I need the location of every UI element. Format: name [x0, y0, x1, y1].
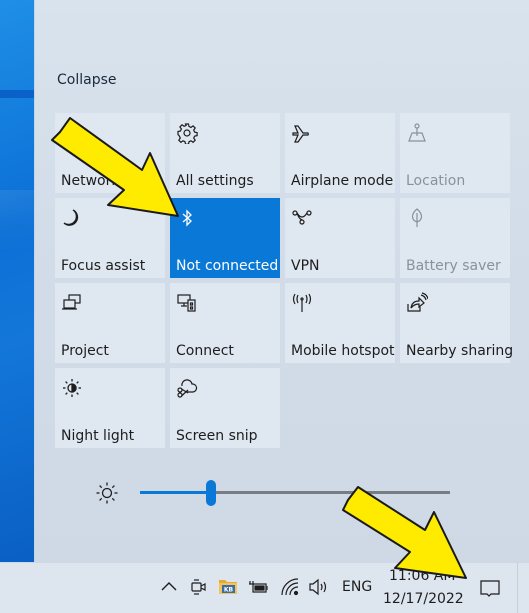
airplane-icon [291, 122, 313, 144]
screen-snip-icon [176, 377, 198, 399]
collapse-link[interactable]: Collapse [57, 72, 117, 88]
desktop-stripe [0, 90, 34, 98]
tile-label: Network [61, 173, 120, 189]
tile-mobile-hotspot[interactable]: Mobile hotspot [285, 283, 395, 363]
location-icon [406, 122, 428, 144]
slider-thumb[interactable] [206, 480, 216, 506]
tile-airplane-mode[interactable]: Airplane mode [285, 113, 395, 193]
tile-label: Airplane mode [291, 173, 394, 189]
slider-fill [140, 491, 211, 494]
tile-screen-snip[interactable]: Screen snip [170, 368, 280, 448]
tile-network[interactable]: Network [55, 113, 165, 193]
wifi-icon[interactable] [280, 577, 300, 597]
tile-label: Mobile hotspot [291, 343, 395, 359]
tile-battery-saver[interactable]: Battery saver [400, 198, 510, 278]
tile-connect[interactable]: Connect [170, 283, 280, 363]
brightness-slider[interactable] [140, 480, 450, 506]
svg-text:KB: KB [224, 587, 234, 594]
brightness-icon [95, 481, 119, 505]
tile-label: Connect [176, 343, 234, 359]
clock-date[interactable]: 12/17/2022 [383, 591, 464, 607]
tile-focus-assist[interactable]: Focus assist [55, 198, 165, 278]
tile-label: VPN [291, 258, 320, 274]
connect-icon [176, 292, 198, 314]
tile-label: Not connected [176, 258, 279, 274]
action-center-panel: Collapse Network All settings Airplane m… [34, 0, 529, 562]
tile-bluetooth[interactable]: Not connected [170, 198, 280, 278]
tile-vpn[interactable]: VPN [285, 198, 395, 278]
gear-icon [176, 122, 198, 144]
tile-label: Project [61, 343, 109, 359]
tile-label: All settings [176, 173, 254, 189]
notification-button[interactable] [470, 569, 510, 609]
nearby-sharing-icon [406, 292, 428, 314]
network-icon [61, 122, 83, 144]
clock-time[interactable]: 11:06 AM [389, 568, 455, 584]
show-desktop-separator[interactable] [517, 563, 518, 613]
tile-label: Nearby sharing [406, 343, 514, 359]
vpn-icon [291, 207, 313, 229]
tile-project[interactable]: Project [55, 283, 165, 363]
desktop-background [0, 0, 34, 562]
night-light-icon [61, 377, 83, 399]
tile-label: Focus assist [61, 258, 146, 274]
tile-label: Battery saver [406, 258, 501, 274]
hotspot-icon [291, 292, 313, 314]
camera-icon[interactable] [190, 578, 208, 596]
desktop-light-ray [0, 190, 34, 250]
kb-folder-icon[interactable]: KB [217, 575, 239, 597]
tile-label: Screen snip [176, 428, 258, 444]
language-indicator[interactable]: ENG [342, 579, 372, 595]
notification-icon [479, 579, 501, 599]
tile-night-light[interactable]: Night light [55, 368, 165, 448]
taskbar: KB ENG 11:06 AM 12/17/2022 [0, 562, 529, 613]
chevron-up-icon[interactable] [160, 579, 178, 593]
speaker-icon[interactable] [308, 577, 330, 597]
bluetooth-icon [176, 207, 198, 229]
tile-nearby-sharing[interactable]: Nearby sharing [400, 283, 514, 363]
project-icon [61, 292, 83, 314]
leaf-icon [406, 207, 428, 229]
tile-label: Night light [61, 428, 135, 444]
moon-icon [61, 207, 83, 229]
tile-all-settings[interactable]: All settings [170, 113, 280, 193]
tile-location[interactable]: Location [400, 113, 510, 193]
power-battery-icon[interactable] [248, 578, 270, 596]
tile-label: Location [406, 173, 466, 189]
